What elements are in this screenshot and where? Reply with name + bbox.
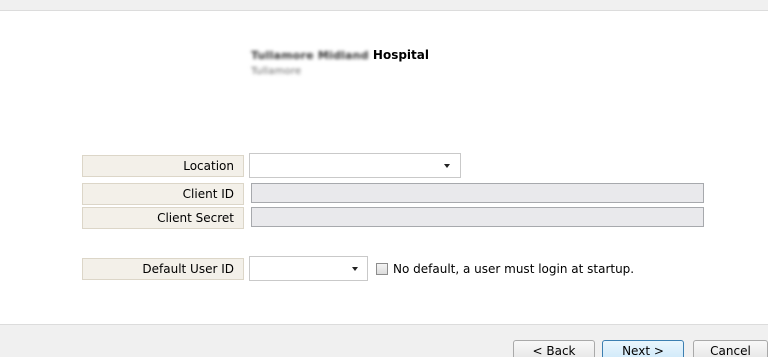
chevron-down-icon xyxy=(444,164,450,168)
next-button[interactable]: Next > xyxy=(602,340,684,357)
back-button[interactable]: < Back xyxy=(513,340,595,357)
checkbox-icon[interactable] xyxy=(376,263,388,275)
org-subtitle-blurred: Tullamore xyxy=(251,66,302,77)
chevron-down-icon xyxy=(352,267,358,271)
header: Tullamore Midland Hospital Tullamore xyxy=(251,48,429,77)
no-default-checkbox-label: No default, a user must login at startup… xyxy=(393,262,635,276)
page-title: Tullamore Midland Hospital xyxy=(251,48,429,62)
cancel-button[interactable]: Cancel xyxy=(693,340,768,357)
client-id-label: Client ID xyxy=(82,183,244,205)
default-user-dropdown[interactable] xyxy=(249,256,368,281)
client-secret-field[interactable] xyxy=(251,207,704,227)
org-name-blurred: Tullamore Midland xyxy=(251,49,369,62)
no-default-checkbox-row[interactable]: No default, a user must login at startup… xyxy=(376,262,634,276)
client-secret-label: Client Secret xyxy=(82,207,244,229)
client-id-field[interactable] xyxy=(251,183,704,203)
location-label: Location xyxy=(82,155,244,177)
default-user-label: Default User ID xyxy=(82,258,244,280)
location-dropdown[interactable] xyxy=(249,153,461,178)
org-name: Hospital xyxy=(372,48,429,62)
page-subtitle: Tullamore xyxy=(251,66,429,77)
